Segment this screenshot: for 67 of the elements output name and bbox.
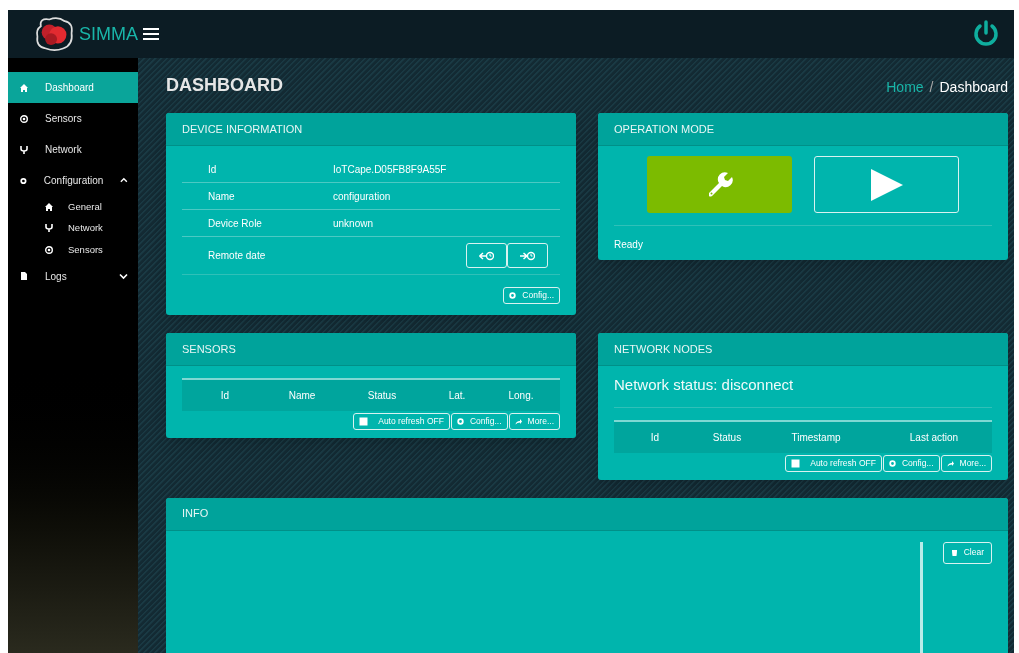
home-icon xyxy=(45,202,53,211)
card-title: OPERATION MODE xyxy=(614,121,715,137)
card-title: NETWORK NODES xyxy=(614,341,713,357)
sidebar-item[interactable]: Network xyxy=(8,134,138,165)
more-button[interactable]: More... xyxy=(508,413,560,430)
column-header: Timestamp xyxy=(791,431,841,443)
breadcrumb-current: Dashboard xyxy=(939,78,1008,97)
column-header: Name xyxy=(288,390,316,401)
column-header: Id xyxy=(220,390,230,401)
breadcrumb-link[interactable]: Home xyxy=(886,77,924,98)
fork-icon xyxy=(45,224,53,233)
clear-button[interactable]: Clear xyxy=(942,541,992,564)
page-title: DASHBOARD xyxy=(166,73,283,97)
card-title: SENSORS xyxy=(182,341,236,357)
fork-icon xyxy=(20,145,28,154)
field-value: IoTCape.D05FB8F9A55F xyxy=(333,162,448,177)
config-button[interactable]: Config... xyxy=(450,413,508,430)
auto-refresh-button[interactable]: Auto refresh OFF xyxy=(785,454,882,472)
gear-icon xyxy=(456,418,464,425)
more-button[interactable]: More... xyxy=(940,454,992,472)
arrow-clock-icon xyxy=(520,250,535,261)
status-text: Ready xyxy=(614,238,644,252)
sidebar-item[interactable]: Configuration xyxy=(8,165,138,196)
field-label: Device Role xyxy=(207,216,263,231)
sidebar-subitem[interactable]: Network xyxy=(8,217,138,239)
column-header: Lat. xyxy=(448,390,466,401)
play-icon xyxy=(870,168,903,201)
field-label: Name xyxy=(207,189,236,204)
field-label: Remote date xyxy=(207,249,267,263)
trash-icon xyxy=(950,549,958,556)
brand-name: SIMMA xyxy=(79,22,138,46)
card-title: INFO xyxy=(182,506,209,522)
arrow-clock-icon xyxy=(479,250,494,261)
column-header: Status xyxy=(367,390,397,401)
power-icon[interactable] xyxy=(973,20,999,48)
field-value: unknown xyxy=(333,216,375,231)
auto-refresh-button[interactable]: Auto refresh OFF xyxy=(353,413,450,430)
get-date-button[interactable] xyxy=(466,243,507,268)
share-icon xyxy=(946,459,954,467)
network-status: Network status: disconnect xyxy=(614,366,992,408)
share-icon xyxy=(514,418,522,425)
run-mode-button[interactable] xyxy=(814,156,959,213)
menu-icon[interactable] xyxy=(143,27,159,41)
ball-icon xyxy=(45,245,53,254)
column-header: Long. xyxy=(508,390,534,401)
gear-icon xyxy=(20,176,27,185)
column-header: Last action xyxy=(909,431,959,443)
ball-icon xyxy=(20,114,28,123)
column-header: Id xyxy=(650,431,660,443)
column-header: Status xyxy=(712,431,742,443)
breadcrumb-separator: / xyxy=(929,78,934,97)
file-icon xyxy=(20,272,28,280)
sidebar-item[interactable]: Sensors xyxy=(8,103,138,134)
card-title: DEVICE INFORMATION xyxy=(182,121,303,137)
field-value: configuration xyxy=(333,189,392,204)
sidebar-item[interactable]: Logs xyxy=(8,260,138,292)
sidebar-subitem[interactable]: General xyxy=(8,196,138,218)
gear-icon xyxy=(888,459,896,467)
gear-icon xyxy=(509,292,517,299)
field-label: Id xyxy=(207,162,218,177)
home-icon xyxy=(20,83,28,92)
sidebar-item[interactable]: Dashboard xyxy=(8,72,138,103)
config-button[interactable]: Config... xyxy=(882,454,940,472)
config-button[interactable]: Config... xyxy=(503,287,560,304)
configuration-mode-button[interactable] xyxy=(647,156,792,213)
sidebar-subitem[interactable]: Sensors xyxy=(8,239,138,261)
set-date-button[interactable] xyxy=(507,243,548,268)
